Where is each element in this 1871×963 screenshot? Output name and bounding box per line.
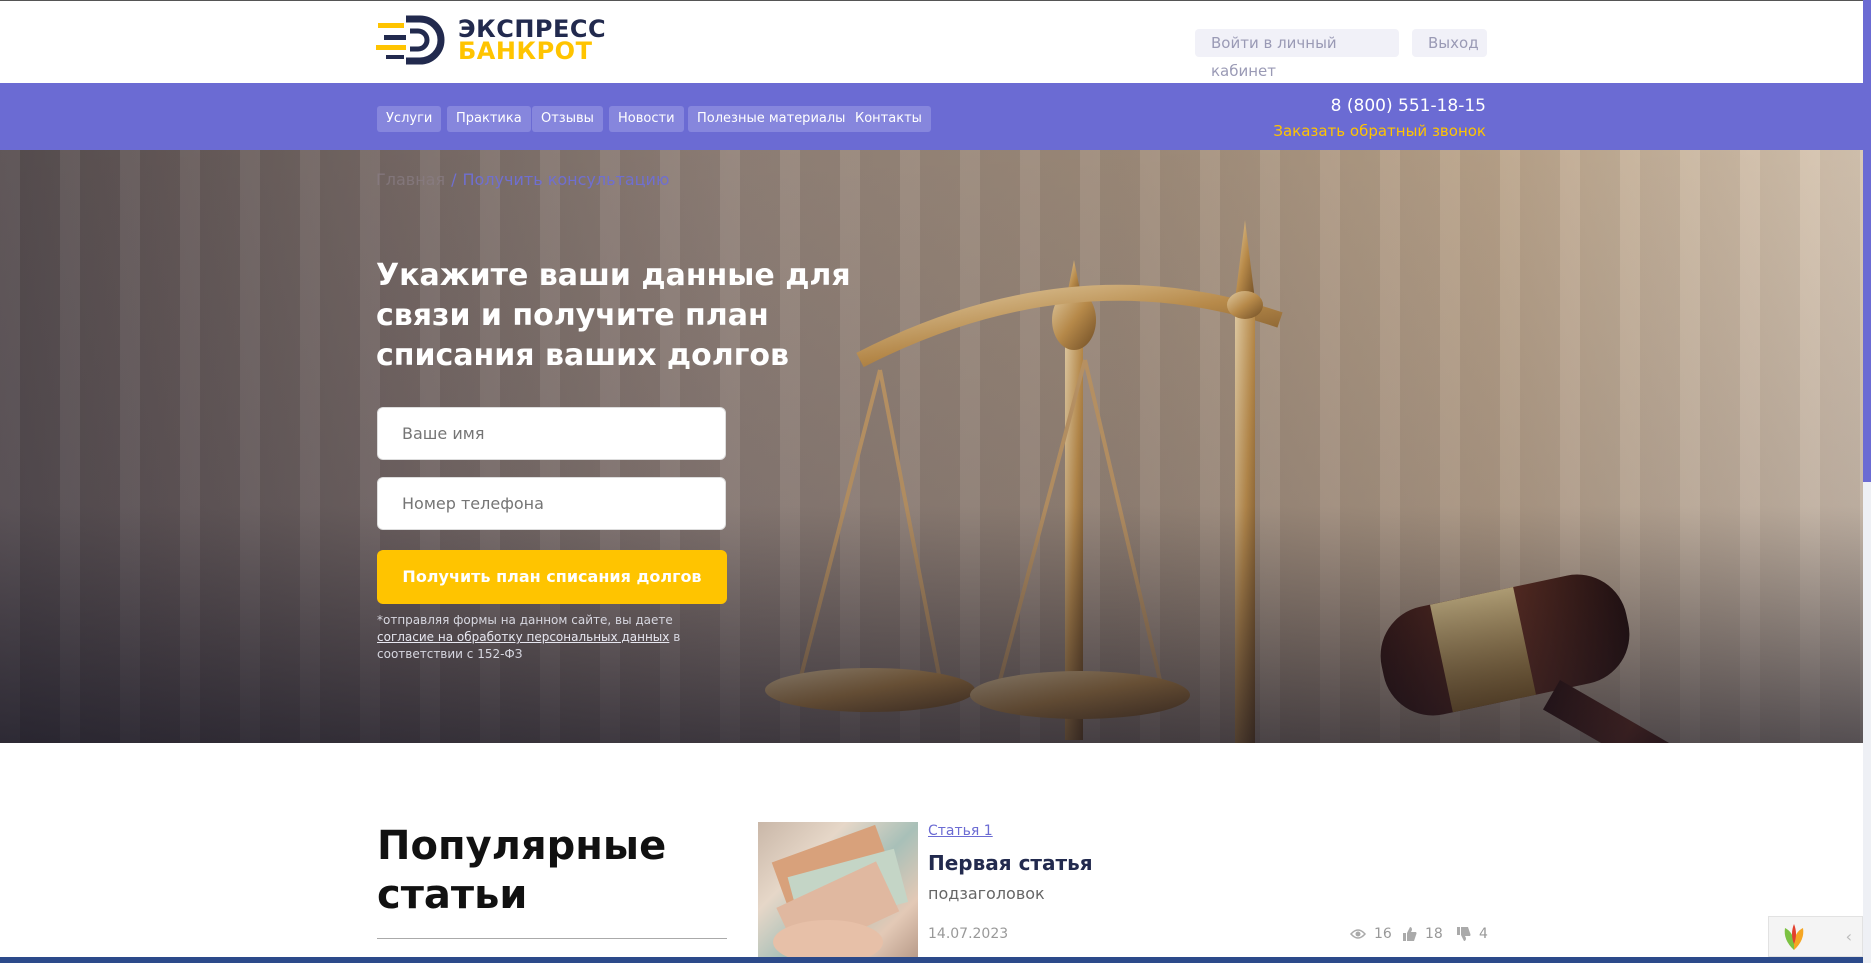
consent-prefix: *отправляя формы на данном сайте, вы дае…	[377, 613, 673, 627]
hero-title: Укажите ваши данные для связи и получите…	[376, 258, 851, 373]
views-stat: 16	[1350, 926, 1392, 942]
likes-stat[interactable]: 18	[1403, 926, 1443, 942]
breadcrumb-separator: /	[451, 170, 457, 189]
logo-line2: БАНКРОТ	[458, 37, 593, 65]
section-divider	[377, 938, 727, 939]
nav-item-practice[interactable]: Практика	[447, 106, 531, 132]
bottom-edge-bar	[0, 957, 1863, 963]
popular-articles-title: Популярные статьи	[377, 823, 667, 918]
article-subtitle: подзаголовок	[928, 884, 1045, 903]
article-title[interactable]: Первая статья	[928, 851, 1093, 875]
leaf-logo-icon	[1784, 923, 1804, 950]
breadcrumb-current: Получить консультацию	[462, 170, 670, 189]
likes-count: 18	[1425, 926, 1443, 942]
phone-number[interactable]: 8 (800) 551-18-15	[1331, 96, 1486, 116]
breadcrumb-home[interactable]: Главная	[376, 170, 445, 189]
logo-mark-icon	[376, 15, 445, 65]
name-input[interactable]	[377, 407, 726, 460]
nav-item-contacts[interactable]: Контакты	[846, 106, 931, 132]
page-scrollbar[interactable]	[1863, 0, 1871, 963]
consent-notice: *отправляя формы на данном сайте, вы дае…	[377, 612, 727, 663]
callback-link[interactable]: Заказать обратный звонок	[1273, 122, 1486, 140]
dislikes-count: 4	[1479, 926, 1488, 942]
article-tag-link[interactable]: Статья 1	[928, 823, 993, 839]
article-thumbnail[interactable]	[758, 822, 918, 957]
views-count: 16	[1374, 926, 1392, 942]
phone-input[interactable]	[377, 477, 726, 530]
money-image-icon	[771, 824, 909, 957]
login-button[interactable]: Войти в личный кабинет	[1195, 29, 1399, 80]
top-header: ЭКСПРЕСС БАНКРОТ Войти в личный кабинет …	[0, 0, 1863, 83]
browser-widget[interactable]: ‹	[1768, 916, 1863, 957]
thumbs-up-icon	[1403, 927, 1417, 941]
collapse-arrow-icon[interactable]: ‹	[1846, 927, 1852, 946]
nav-item-reviews[interactable]: Отзывы	[532, 106, 603, 132]
hero-section: Главная / Получить консультацию Укажите ва…	[0, 150, 1863, 743]
get-debt-plan-button[interactable]: Получить план списания долгов	[377, 550, 727, 604]
thumbs-down-icon	[1457, 927, 1471, 941]
article-date: 14.07.2023	[928, 926, 1009, 942]
nav-item-services[interactable]: Услуги	[377, 106, 442, 132]
logout-button[interactable]: Выход	[1412, 29, 1487, 57]
eye-icon	[1350, 929, 1366, 939]
nav-item-news[interactable]: Новости	[609, 106, 684, 132]
logo[interactable]: ЭКСПРЕСС БАНКРОТ	[376, 15, 606, 65]
consent-link[interactable]: согласие на обработку персональных данны…	[377, 630, 669, 644]
nav-item-materials[interactable]: Полезные материалы	[688, 106, 855, 132]
main-nav: Услуги Практика Отзывы Новости Полезные …	[0, 83, 1863, 150]
breadcrumb: Главная / Получить консультацию	[376, 170, 669, 189]
hero-overlay	[0, 150, 1863, 743]
scrollbar-thumb[interactable]	[1863, 0, 1871, 482]
dislikes-stat[interactable]: 4	[1457, 926, 1488, 942]
